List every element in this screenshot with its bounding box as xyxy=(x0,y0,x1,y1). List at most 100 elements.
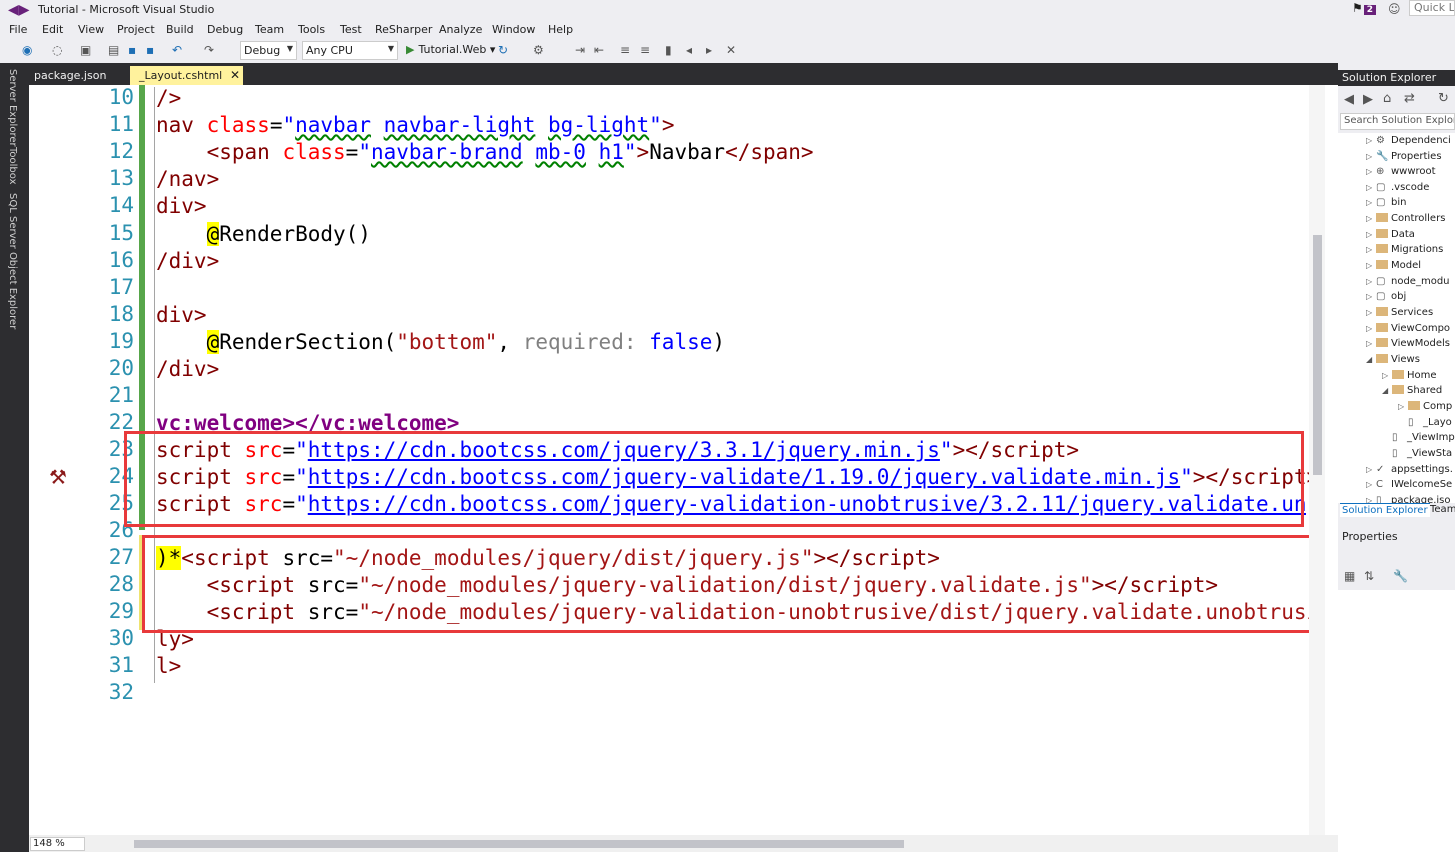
solution-platform-select[interactable]: Any CPU ▼ xyxy=(302,41,398,60)
forward-icon[interactable]: ▶ xyxy=(1363,92,1373,107)
browser-link-icon[interactable]: ⚙ xyxy=(533,43,544,57)
tree-item[interactable]: ▷ Data xyxy=(1366,229,1415,244)
tree-item[interactable]: ▷ Comp xyxy=(1398,401,1452,416)
tree-item[interactable]: ◢ Shared xyxy=(1382,385,1442,400)
refresh-icon[interactable]: ↻ xyxy=(498,43,508,57)
sync-icon[interactable]: ⇄ xyxy=(1404,91,1415,106)
sql-server-object-explorer-tab[interactable]: SQL Server Object Explorer xyxy=(7,193,18,329)
solution-platform-value: Any CPU xyxy=(306,44,353,57)
alphabetical-icon[interactable]: ⇅ xyxy=(1364,569,1374,583)
categorized-icon[interactable]: ▦ xyxy=(1344,569,1355,583)
tree-item[interactable]: ▷ ✓ appsettings. xyxy=(1366,464,1453,479)
save-all-icon[interactable]: ▪ xyxy=(146,43,154,57)
folder-icon xyxy=(1392,370,1404,379)
menu-test[interactable]: Test xyxy=(340,23,362,36)
tree-item[interactable]: ▷ Migrations xyxy=(1366,244,1443,259)
tree-item[interactable]: ▯ _Layo xyxy=(1408,417,1452,432)
tree-item[interactable]: ▷ ViewModels xyxy=(1366,338,1450,353)
tree-item[interactable]: ▷ Model xyxy=(1366,260,1421,275)
line-number: 10 xyxy=(108,85,134,109)
menu-window[interactable]: Window xyxy=(492,23,535,36)
menu-resharper[interactable]: ReSharper xyxy=(375,23,432,36)
tab-solution-explorer[interactable]: Solution Explorer xyxy=(1340,503,1430,517)
tree-item[interactable]: ▷ ▢ .vscode xyxy=(1366,182,1429,197)
scrollbar-thumb[interactable] xyxy=(1313,235,1322,475)
undo-icon[interactable]: ↶ xyxy=(172,43,182,57)
tree-item[interactable]: ▷ Controllers xyxy=(1366,213,1445,228)
play-icon: ▶ xyxy=(406,43,415,56)
solution-config-select[interactable]: Debug ▼ xyxy=(240,41,297,60)
tree-item[interactable]: ▯ _ViewSta xyxy=(1392,448,1452,463)
quick-action-hammer-icon[interactable]: ⚒ xyxy=(49,465,67,489)
open-file-icon[interactable]: ▤ xyxy=(108,43,119,57)
menu-edit[interactable]: Edit xyxy=(42,23,63,36)
step-over-icon[interactable]: ⇤ xyxy=(594,43,604,57)
server-explorer-tab[interactable]: Server Explorer xyxy=(7,69,18,147)
vertical-scrollbar[interactable] xyxy=(1309,85,1325,835)
code-line: div> xyxy=(156,194,207,218)
tree-item[interactable]: ▷ 🔧 Properties xyxy=(1366,151,1442,166)
menu-analyze[interactable]: Analyze xyxy=(439,23,482,36)
tree-item[interactable]: ▷ ▢ obj xyxy=(1366,291,1406,306)
tree-item[interactable]: ▷ Home xyxy=(1382,370,1437,385)
tree-item[interactable]: ▷ ⚙ Dependenci xyxy=(1366,135,1451,150)
tree-item[interactable]: ▷ ViewCompo xyxy=(1366,323,1450,338)
prev-bookmark-icon[interactable]: ◂ xyxy=(686,43,692,57)
menu-help[interactable]: Help xyxy=(548,23,573,36)
tab-layout-cshtml[interactable]: _Layout.cshtml ✕ xyxy=(130,66,243,85)
back-icon[interactable]: ◀ xyxy=(1344,92,1354,107)
code-editor[interactable]: 10 11 12 13 14 15 16 17 18 19 20 21 22 2… xyxy=(29,85,1338,852)
editor-bottom-bar: 148 % xyxy=(29,835,1338,852)
forward-icon[interactable]: ◌ xyxy=(52,43,62,57)
quick-launch-input[interactable]: Quick La xyxy=(1409,0,1455,16)
start-debugging-button[interactable]: ▶ Tutorial.Web ▾ xyxy=(406,43,495,56)
tab-team-explorer[interactable]: Team xyxy=(1428,503,1455,516)
step-icon[interactable]: ⇥ xyxy=(575,43,585,57)
menu-build[interactable]: Build xyxy=(166,23,194,36)
menu-team[interactable]: Team xyxy=(255,23,284,36)
folder-icon xyxy=(1376,307,1388,316)
tree-item[interactable]: ▷ C IWelcomeSe xyxy=(1366,479,1452,494)
bookmark-icon[interactable]: ▮ xyxy=(665,43,672,57)
clear-bookmarks-icon[interactable]: ✕ xyxy=(726,43,736,57)
menu-file[interactable]: File xyxy=(9,23,27,36)
back-icon[interactable]: ◉ xyxy=(22,43,32,57)
zoom-select[interactable]: 148 % xyxy=(30,837,85,851)
tree-item[interactable]: ▷ ⊕ wwwroot xyxy=(1366,166,1436,181)
tab-package-json[interactable]: package.json xyxy=(32,66,108,85)
property-pages-icon[interactable]: 🔧 xyxy=(1393,569,1408,583)
line-number: 31 xyxy=(108,653,134,677)
right-panel: Solution Explorer ◀ ▶ ⌂ ⇄ ↻ Search Solut… xyxy=(1338,63,1455,852)
chevron-down-icon: ▼ xyxy=(387,44,394,53)
save-icon[interactable]: ▪ xyxy=(128,43,136,57)
toolbox-tab[interactable]: Toolbox xyxy=(7,147,18,185)
menu-debug[interactable]: Debug xyxy=(207,23,243,36)
menu-view[interactable]: View xyxy=(78,23,104,36)
comment-icon[interactable]: ≡ xyxy=(620,43,630,57)
menu-tools[interactable]: Tools xyxy=(298,23,325,36)
tree-item[interactable]: ▷ ▢ node_modu xyxy=(1366,276,1450,291)
redo-icon[interactable]: ↷ xyxy=(204,43,214,57)
code-line: @RenderSection("bottom", required: false… xyxy=(206,330,726,354)
notification-flag-icon[interactable]: ⚑ 2 xyxy=(1352,1,1377,15)
folder-outline-icon: ▢ xyxy=(1376,291,1386,302)
folder-icon xyxy=(1376,213,1388,222)
line-number: 20 xyxy=(108,356,134,380)
feedback-icon[interactable]: ☺ xyxy=(1388,2,1401,16)
tree-item[interactable]: ◢ Views xyxy=(1366,354,1420,369)
tree-item[interactable]: ▷ ▯ package.jso xyxy=(1366,495,1451,503)
solution-explorer-search-input[interactable]: Search Solution Explorer xyxy=(1340,113,1455,130)
next-bookmark-icon[interactable]: ▸ xyxy=(706,43,712,57)
tree-item[interactable]: ▯ _ViewImp xyxy=(1392,432,1455,447)
close-icon[interactable]: ✕ xyxy=(230,68,240,82)
menu-project[interactable]: Project xyxy=(117,23,155,36)
tree-item[interactable]: ▷ ▢ bin xyxy=(1366,197,1406,212)
refresh-icon[interactable]: ↻ xyxy=(1438,91,1449,106)
new-project-icon[interactable]: ▣ xyxy=(80,43,91,57)
line-number: 13 xyxy=(108,166,134,190)
uncomment-icon[interactable]: ≡ xyxy=(640,43,650,57)
home-icon[interactable]: ⌂ xyxy=(1383,91,1391,106)
tree-item[interactable]: ▷ Services xyxy=(1366,307,1433,322)
line-number: 14 xyxy=(108,193,134,217)
horizontal-scrollbar-thumb[interactable] xyxy=(134,840,904,848)
